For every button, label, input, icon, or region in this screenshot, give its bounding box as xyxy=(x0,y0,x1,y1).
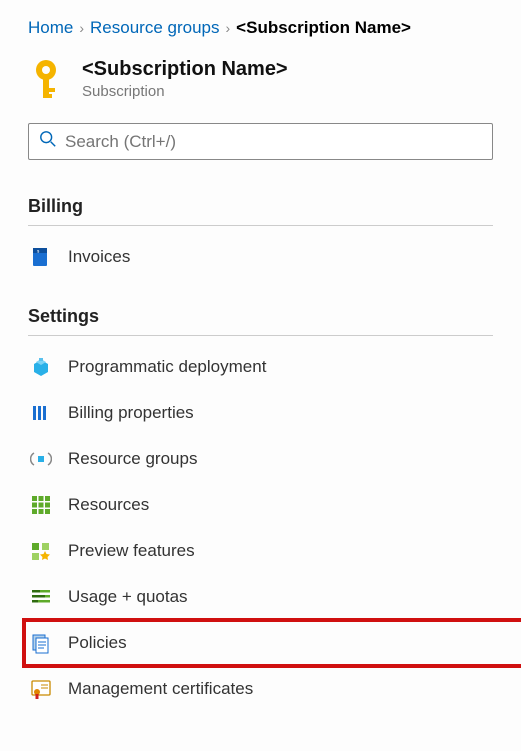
sidebar-item-policies[interactable]: Policies xyxy=(24,620,521,666)
page-title: <Subscription Name> xyxy=(82,58,288,81)
billing-properties-icon xyxy=(30,402,52,424)
deployment-icon xyxy=(30,356,52,378)
sidebar-item-resource-groups[interactable]: Resource groups xyxy=(28,436,493,482)
search-icon xyxy=(39,130,57,153)
policies-icon xyxy=(30,632,52,654)
sidebar-item-usage-quotas[interactable]: Usage + quotas xyxy=(28,574,493,620)
usage-quotas-icon xyxy=(30,586,52,608)
key-icon xyxy=(28,58,64,105)
certificates-icon xyxy=(30,678,52,700)
sidebar-item-label: Policies xyxy=(68,633,127,653)
sidebar-item-invoices[interactable]: $ Invoices xyxy=(28,234,493,280)
search-input[interactable] xyxy=(65,132,482,152)
sidebar-item-billing-properties[interactable]: Billing properties xyxy=(28,390,493,436)
page-header: <Subscription Name> Subscription xyxy=(0,50,521,123)
sidebar-item-preview-features[interactable]: Preview features xyxy=(28,528,493,574)
page-subtitle: Subscription xyxy=(82,83,288,100)
invoice-icon: $ xyxy=(30,246,52,268)
sidebar-item-management-certificates[interactable]: Management certificates xyxy=(28,666,493,712)
breadcrumb-resource-groups[interactable]: Resource groups xyxy=(90,18,219,38)
sidebar-item-label: Management certificates xyxy=(68,679,253,699)
sidebar-item-label: Usage + quotas xyxy=(68,587,188,607)
section-billing: Billing xyxy=(28,180,493,226)
sidebar-item-label: Resource groups xyxy=(68,449,197,469)
search-box[interactable] xyxy=(28,123,493,160)
breadcrumb: Home › Resource groups › <Subscription N… xyxy=(0,0,521,50)
sidebar-item-label: Preview features xyxy=(68,541,195,561)
resources-icon xyxy=(30,494,52,516)
sidebar-item-label: Billing properties xyxy=(68,403,194,423)
sidebar-item-label: Invoices xyxy=(68,247,130,267)
sidebar-item-label: Programmatic deployment xyxy=(68,357,266,377)
resource-groups-icon xyxy=(30,448,52,470)
sidebar-item-resources[interactable]: Resources xyxy=(28,482,493,528)
chevron-right-icon: › xyxy=(226,20,231,36)
breadcrumb-current: <Subscription Name> xyxy=(236,18,411,38)
sidebar-item-label: Resources xyxy=(68,495,149,515)
section-settings: Settings xyxy=(28,290,493,336)
sidebar-item-programmatic-deployment[interactable]: Programmatic deployment xyxy=(28,344,493,390)
preview-features-icon xyxy=(30,540,52,562)
breadcrumb-home[interactable]: Home xyxy=(28,18,73,38)
chevron-right-icon: › xyxy=(79,20,84,36)
